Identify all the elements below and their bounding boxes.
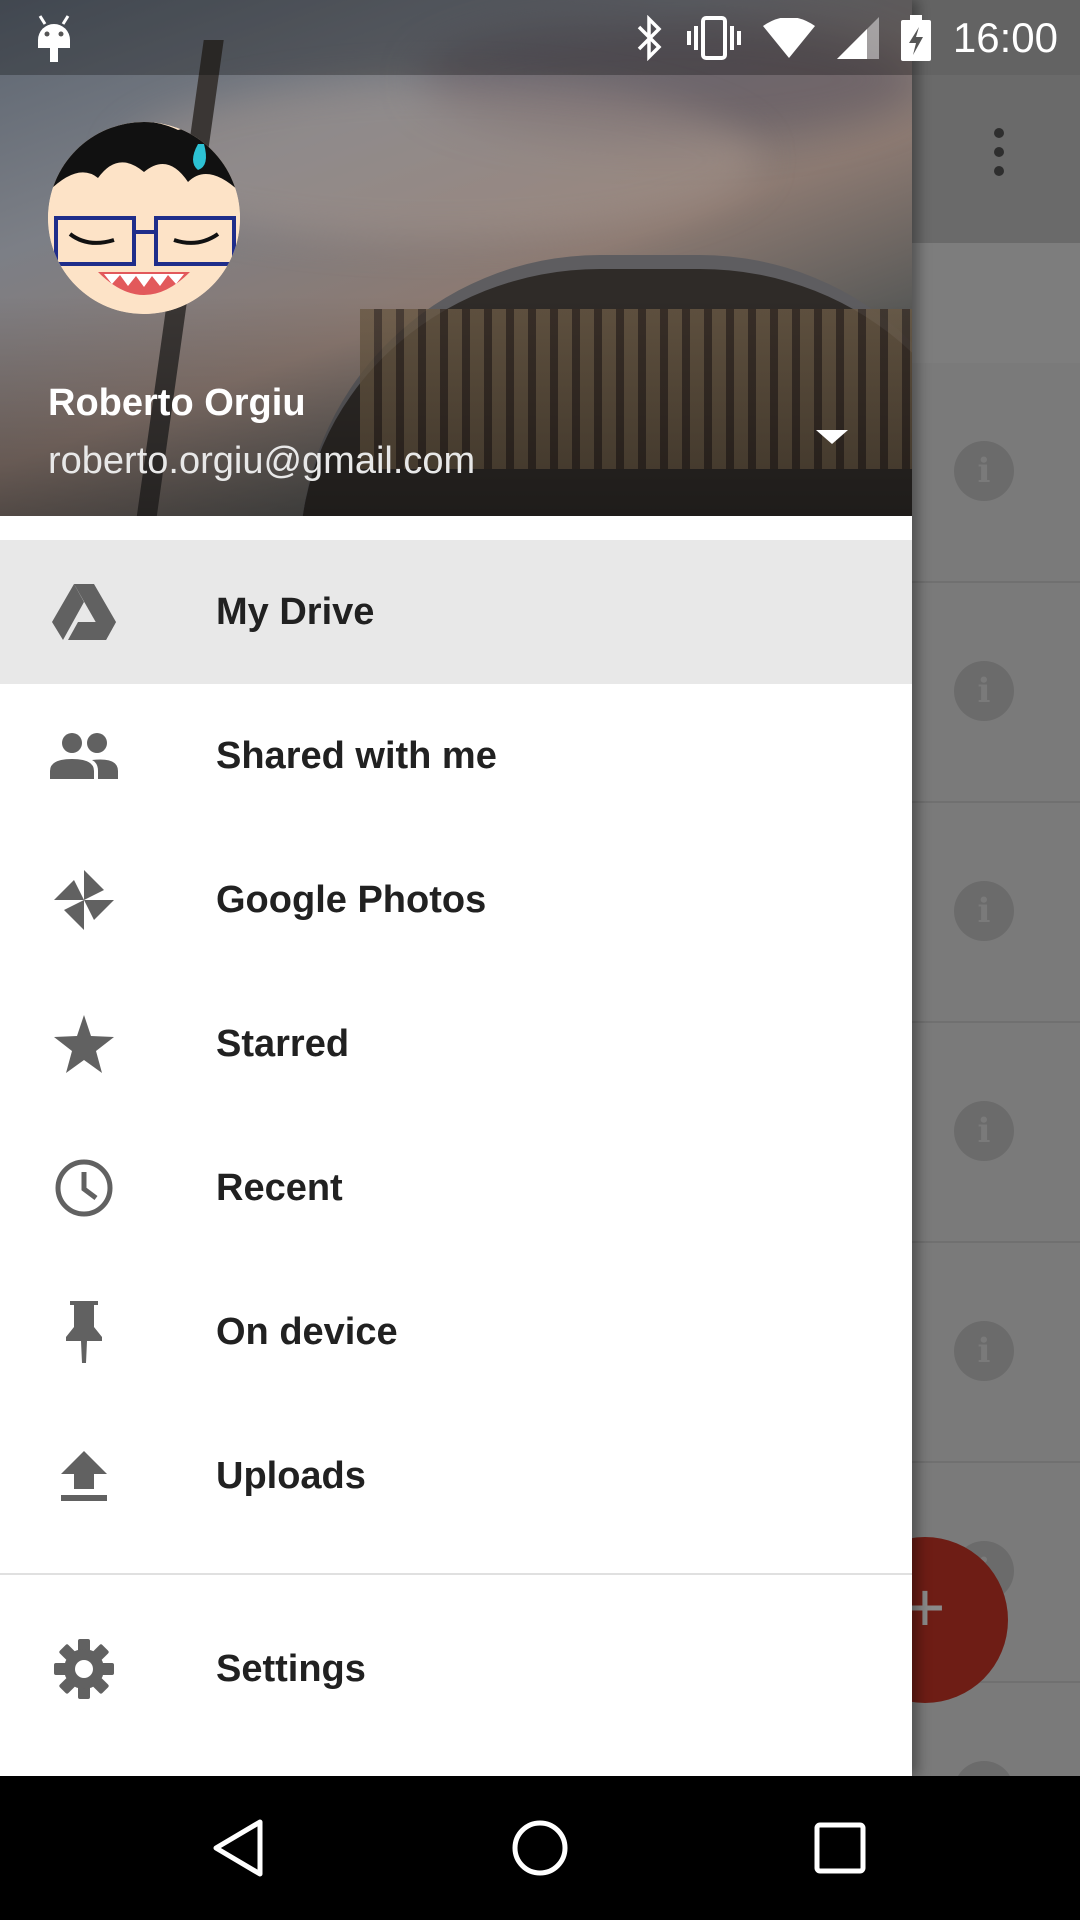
menu-item-uploads[interactable]: Uploads: [0, 1404, 912, 1548]
info-icon: [954, 1101, 1014, 1161]
menu-item-on-device[interactable]: On device: [0, 1260, 912, 1404]
drive-icon: [48, 582, 120, 642]
drawer-menu: My Drive Shared with me Google Photos St…: [0, 540, 912, 1741]
bluetooth-icon: [635, 14, 665, 61]
menu-divider: [0, 1573, 912, 1575]
info-icon: [954, 441, 1014, 501]
info-icon: [954, 661, 1014, 721]
battery-charging-icon: [900, 14, 931, 61]
menu-label: Shared with me: [216, 734, 497, 777]
people-icon: [48, 726, 120, 786]
pin-icon: [48, 1301, 120, 1363]
photos-icon: [48, 870, 120, 930]
wifi-icon: [762, 17, 815, 58]
home-icon[interactable]: [504, 1812, 576, 1884]
menu-item-google-photos[interactable]: Google Photos: [0, 828, 912, 972]
gear-icon: [48, 1639, 120, 1699]
menu-item-settings[interactable]: Settings: [0, 1597, 912, 1741]
account-name: Roberto Orgiu: [48, 382, 306, 424]
menu-item-shared-with-me[interactable]: Shared with me: [0, 684, 912, 828]
account-email: roberto.orgiu@gmail.com: [48, 440, 476, 482]
android-notification-icon: [34, 12, 74, 62]
menu-item-starred[interactable]: Starred: [0, 972, 912, 1116]
menu-label: Uploads: [216, 1454, 366, 1497]
avatar[interactable]: [48, 122, 240, 314]
account-dropdown-icon[interactable]: [812, 422, 852, 452]
vibrate-icon: [686, 15, 741, 60]
menu-label: My Drive: [216, 590, 375, 633]
back-icon[interactable]: [204, 1812, 276, 1884]
menu-label: Recent: [216, 1166, 343, 1209]
menu-item-my-drive[interactable]: My Drive: [0, 540, 912, 684]
status-bar: 16:00: [0, 0, 1080, 75]
clock-icon: [48, 1158, 120, 1218]
navigation-drawer: Roberto Orgiu roberto.orgiu@gmail.com My…: [0, 0, 912, 1776]
account-header[interactable]: Roberto Orgiu roberto.orgiu@gmail.com: [0, 0, 912, 516]
menu-label: Google Photos: [216, 878, 487, 921]
info-icon: [954, 1321, 1014, 1381]
info-icon: [954, 881, 1014, 941]
menu-label: Settings: [216, 1647, 366, 1690]
overflow-menu-icon: [990, 128, 1008, 192]
system-nav-bar: [0, 1776, 1080, 1920]
star-icon: [48, 1014, 120, 1074]
signal-icon: [836, 16, 879, 59]
menu-label: Starred: [216, 1022, 350, 1065]
recents-icon[interactable]: [804, 1812, 876, 1884]
menu-label: On device: [216, 1310, 398, 1353]
upload-icon: [48, 1446, 120, 1506]
clock-time: 16:00: [952, 13, 1058, 61]
menu-item-recent[interactable]: Recent: [0, 1116, 912, 1260]
